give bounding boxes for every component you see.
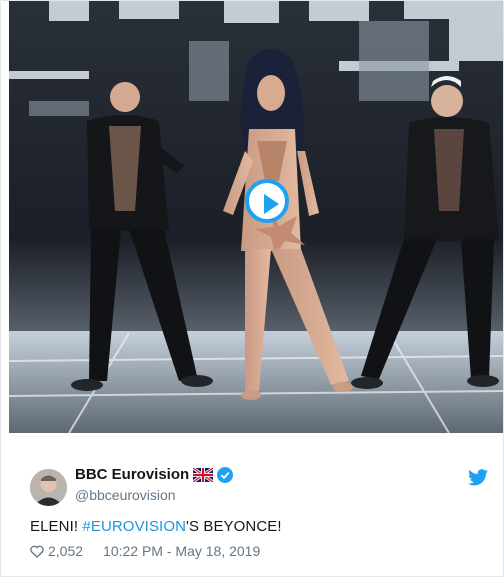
display-name[interactable]: BBC Eurovision	[75, 466, 189, 483]
timestamp[interactable]: 10:22 PM - May 18, 2019	[103, 543, 260, 559]
tweet-text-suffix: 'S BEYONCE!	[186, 518, 282, 535]
verified-badge-icon	[217, 466, 234, 483]
uk-flag-icon	[192, 466, 215, 483]
twitter-bird-icon[interactable]	[468, 469, 488, 486]
hashtag-link[interactable]: #EUROVISION	[82, 518, 186, 535]
tweet-card: BBC Eurovision @bbceurovision ELENI! #EU…	[0, 0, 504, 577]
author-handle[interactable]: @bbceurovision	[75, 487, 176, 503]
like-count[interactable]: 2,052	[48, 543, 83, 559]
tweet-text: ELENI! #EUROVISION'S BEYONCE!	[30, 518, 282, 535]
tweet-meta: 2,052 10:22 PM - May 18, 2019	[30, 543, 260, 559]
avatar[interactable]	[30, 469, 67, 506]
tweet-text-prefix: ELENI!	[30, 518, 83, 535]
play-button-icon[interactable]	[245, 179, 289, 223]
author-name-row[interactable]: BBC Eurovision	[75, 466, 234, 483]
heart-icon[interactable]	[30, 545, 44, 558]
video-thumbnail[interactable]	[9, 1, 503, 433]
